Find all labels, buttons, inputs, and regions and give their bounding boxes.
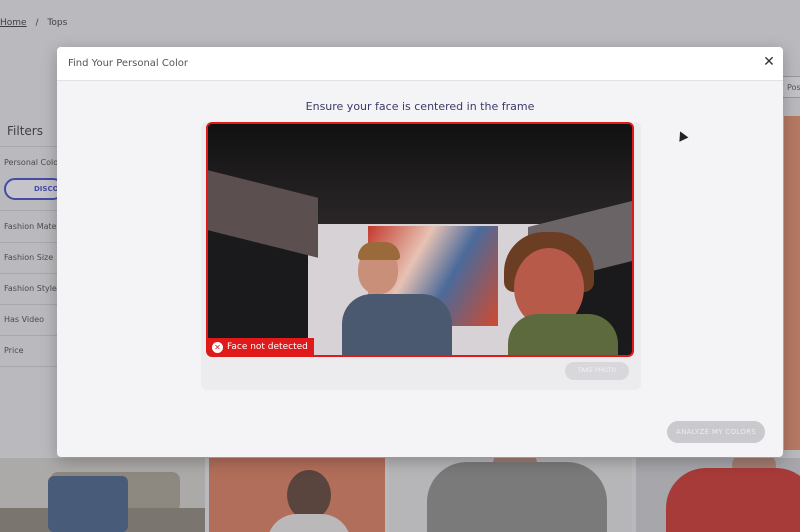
- camera-image: [508, 314, 618, 355]
- analyze-my-colors-button[interactable]: ANALYZE MY COLORS: [667, 421, 765, 443]
- camera-panel: ✕ Face not detected TAKE PHOTO: [201, 122, 641, 390]
- camera-feed: ✕ Face not detected: [206, 122, 634, 357]
- close-icon[interactable]: ✕: [760, 53, 778, 71]
- error-icon: ✕: [212, 342, 223, 353]
- modal-header: Find Your Personal Color ✕: [57, 47, 783, 81]
- modal-title: Find Your Personal Color: [68, 58, 188, 69]
- instruction-text: Ensure your face is centered in the fram…: [305, 100, 535, 113]
- face-status-text: Face not detected: [227, 342, 308, 352]
- camera-image: [342, 294, 452, 355]
- face-status-badge: ✕ Face not detected: [208, 338, 314, 355]
- camera-image: [358, 242, 400, 260]
- take-photo-button[interactable]: TAKE PHOTO: [565, 362, 629, 380]
- personal-color-modal: Find Your Personal Color ✕ Ensure your f…: [57, 47, 783, 457]
